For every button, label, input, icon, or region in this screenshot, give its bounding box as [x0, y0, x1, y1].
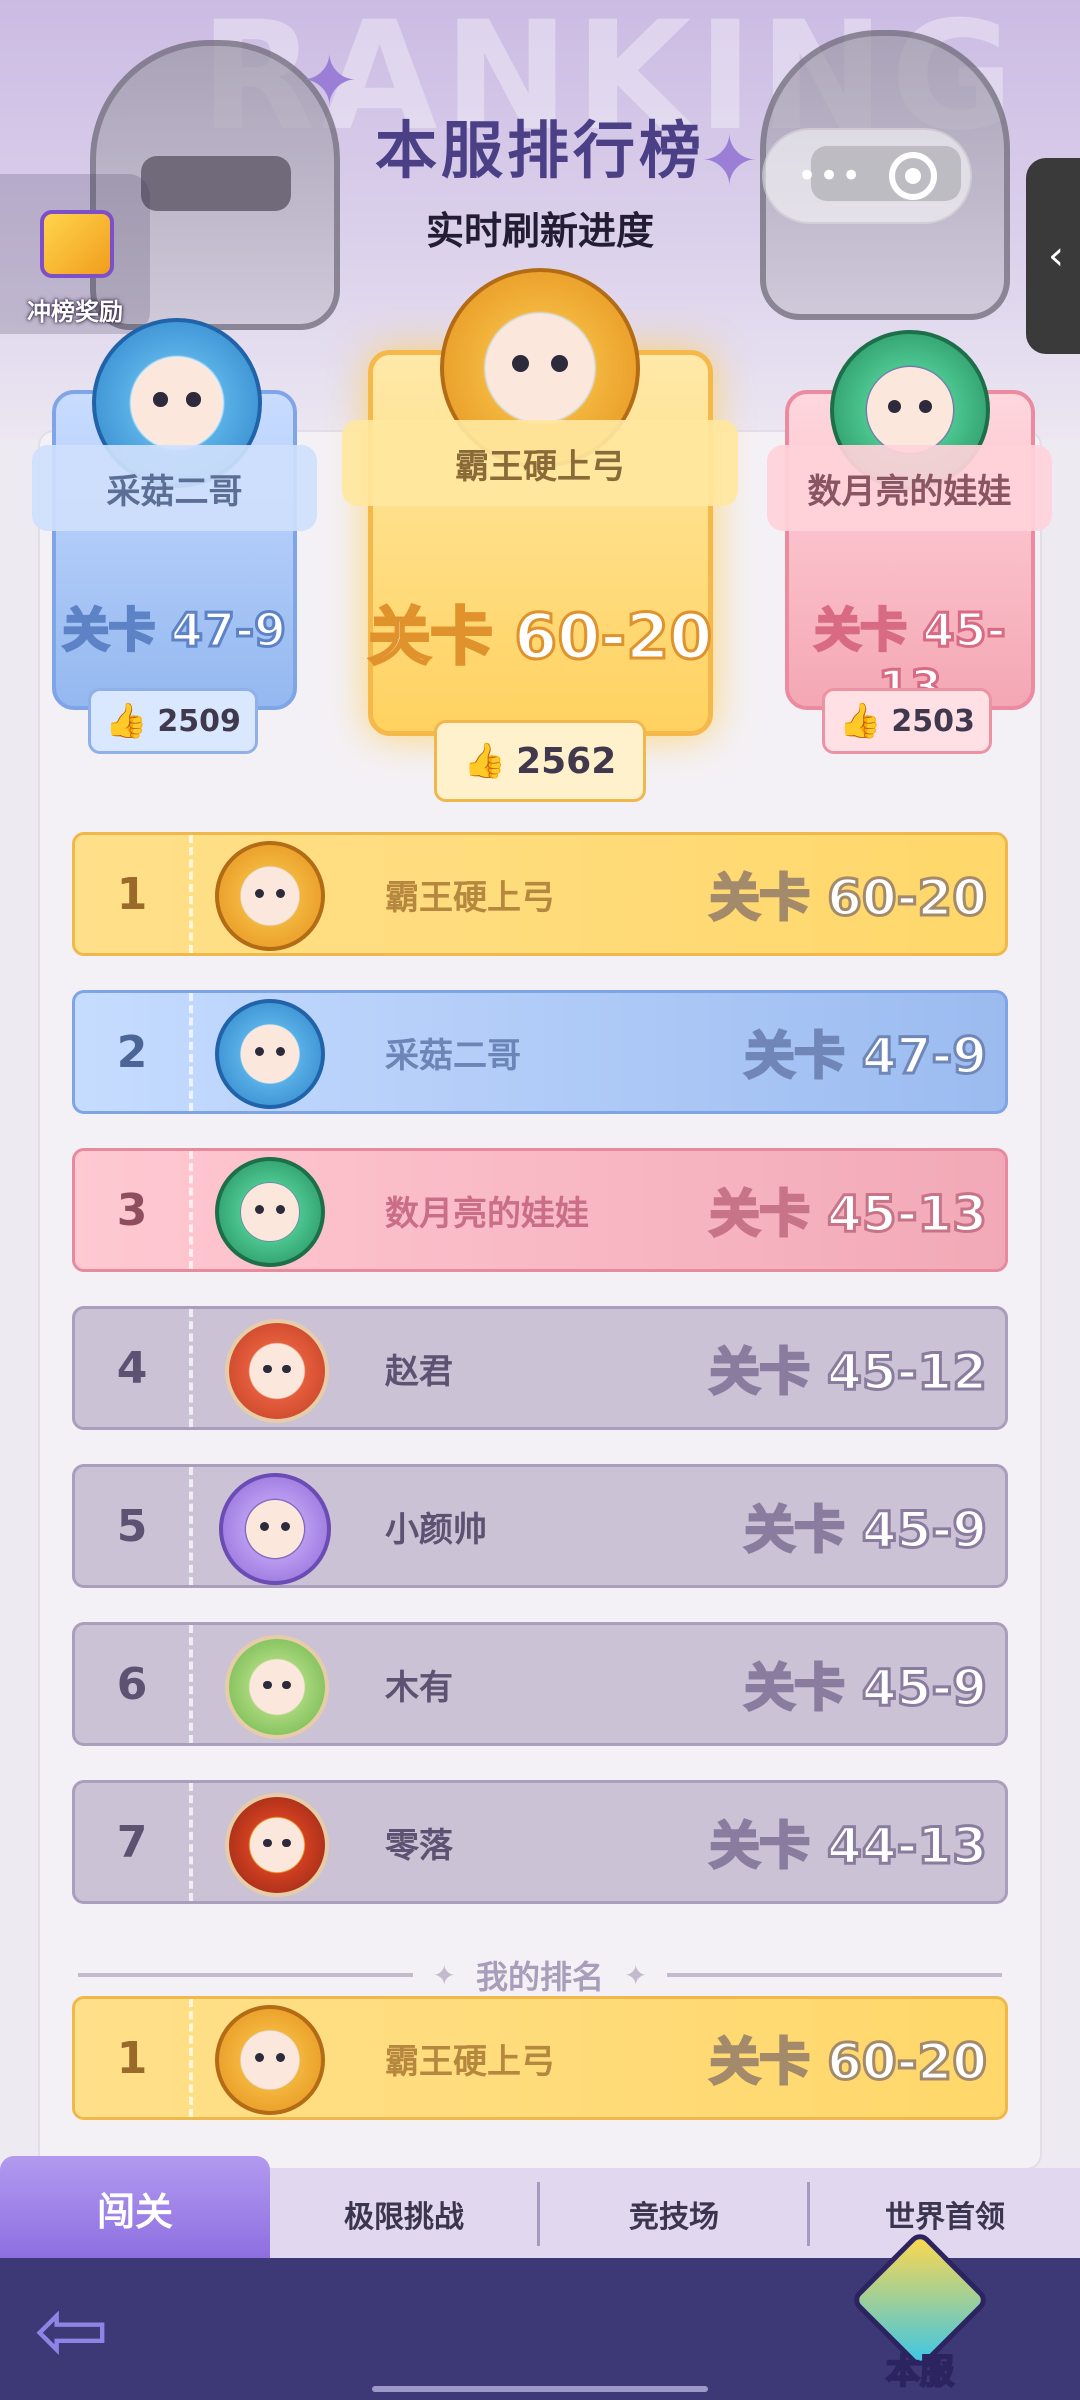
rank-number: 4 [75, 1309, 193, 1427]
rank-number: 2 [75, 993, 193, 1111]
tab-stage[interactable]: 闯关 [0, 2156, 270, 2260]
podium-second-stage: 关卡 47-9 [61, 602, 287, 659]
rank-number: 1 [75, 835, 193, 953]
player-name: 赵君 [385, 1351, 453, 1392]
avatar [215, 841, 325, 951]
ranking-row[interactable]: 1 霸王硬上弓 关卡 60-20 [72, 832, 1008, 956]
stage-progress: 关卡 60-20 [708, 868, 988, 929]
like-button[interactable]: 👍 2509 [88, 688, 258, 754]
chevron-left-icon[interactable]: ‹ [1026, 158, 1080, 354]
podium-first-name: 霸王硬上弓 [342, 420, 738, 506]
like-button[interactable]: 👍 2503 [822, 688, 992, 754]
rank-number: 6 [75, 1625, 193, 1743]
ranking-row[interactable]: 4 赵君 关卡 45-12 [72, 1306, 1008, 1430]
podium-second-name: 采菇二哥 [32, 445, 317, 531]
ranking-row[interactable]: 3 数月亮的娃娃 关卡 45-13 [72, 1148, 1008, 1272]
arrow-left-icon[interactable]: ⇦ [34, 2286, 109, 2376]
avatar [219, 1473, 331, 1585]
rank-number: 3 [75, 1151, 193, 1269]
target-icon[interactable] [889, 152, 938, 200]
like-button[interactable]: 👍 2562 [434, 720, 646, 802]
rank-number: 5 [75, 1467, 193, 1585]
avatar [225, 1635, 329, 1739]
player-name: 数月亮的娃娃 [385, 1193, 589, 1234]
avatar [225, 1319, 329, 1423]
diamond-icon: ✦ [432, 1958, 456, 1992]
stage-progress: 关卡 45-13 [708, 1184, 988, 1245]
server-button[interactable]: 本服 [840, 2229, 1000, 2400]
stage-progress: 关卡 45-12 [708, 1342, 988, 1403]
rank-number: 1 [75, 1999, 193, 2117]
miniprogram-capsule: ••• [762, 128, 972, 224]
avatar [225, 1793, 329, 1897]
rank-reward-label: 冲榜奖励 [27, 298, 123, 326]
my-rank-divider: ✦ 我的排名 ✦ [78, 1952, 1003, 1998]
rank-number: 7 [75, 1783, 193, 1901]
player-name: 霸王硬上弓 [385, 2041, 555, 2082]
tab-arena[interactable]: 竞技场 [540, 2168, 808, 2260]
player-name: 霸王硬上弓 [385, 877, 555, 918]
avatar [215, 999, 325, 1109]
like-count: 2509 [157, 703, 241, 739]
like-count: 2503 [891, 703, 975, 739]
like-count: 2562 [516, 740, 617, 782]
thumbs-up-icon: 👍 [463, 740, 507, 782]
thumbs-up-icon: 👍 [838, 700, 882, 742]
my-rank-label: 我的排名 [476, 1958, 605, 1996]
diamond-icon: ✦ [624, 1958, 648, 1992]
gift-icon [40, 210, 114, 278]
ranking-row[interactable]: 7 零落 关卡 44-13 [72, 1780, 1008, 1904]
rank-reward-button[interactable]: 冲榜奖励 [0, 174, 150, 334]
stage-progress: 关卡 45-9 [743, 1658, 989, 1719]
avatar [215, 1157, 325, 1267]
player-name: 零落 [385, 1825, 453, 1866]
podium-first-stage: 关卡 60-20 [367, 599, 714, 675]
thumbs-up-icon: 👍 [104, 700, 148, 742]
avatar [215, 2005, 325, 2115]
podium-third-name: 数月亮的娃娃 [767, 445, 1052, 531]
stage-progress: 关卡 47-9 [743, 1026, 989, 1087]
player-name: 木有 [385, 1667, 453, 1708]
tab-extreme-challenge[interactable]: 极限挑战 [270, 2168, 538, 2260]
stage-progress: 关卡 44-13 [708, 1816, 988, 1877]
more-icon[interactable]: ••• [797, 156, 863, 196]
stage-progress: 关卡 60-20 [708, 2032, 988, 2093]
ranking-row[interactable]: 2 采菇二哥 关卡 47-9 [72, 990, 1008, 1114]
ranking-row[interactable]: 5 小颜帅 关卡 45-9 [72, 1464, 1008, 1588]
home-indicator [372, 2386, 708, 2392]
player-name: 小颜帅 [385, 1509, 487, 1550]
ranking-row[interactable]: 6 木有 关卡 45-9 [72, 1622, 1008, 1746]
my-rank-row[interactable]: 1 霸王硬上弓 关卡 60-20 [72, 1996, 1008, 2120]
server-label: 本服 [885, 2351, 955, 2393]
stage-progress: 关卡 45-9 [743, 1500, 989, 1561]
player-name: 采菇二哥 [385, 1035, 521, 1076]
